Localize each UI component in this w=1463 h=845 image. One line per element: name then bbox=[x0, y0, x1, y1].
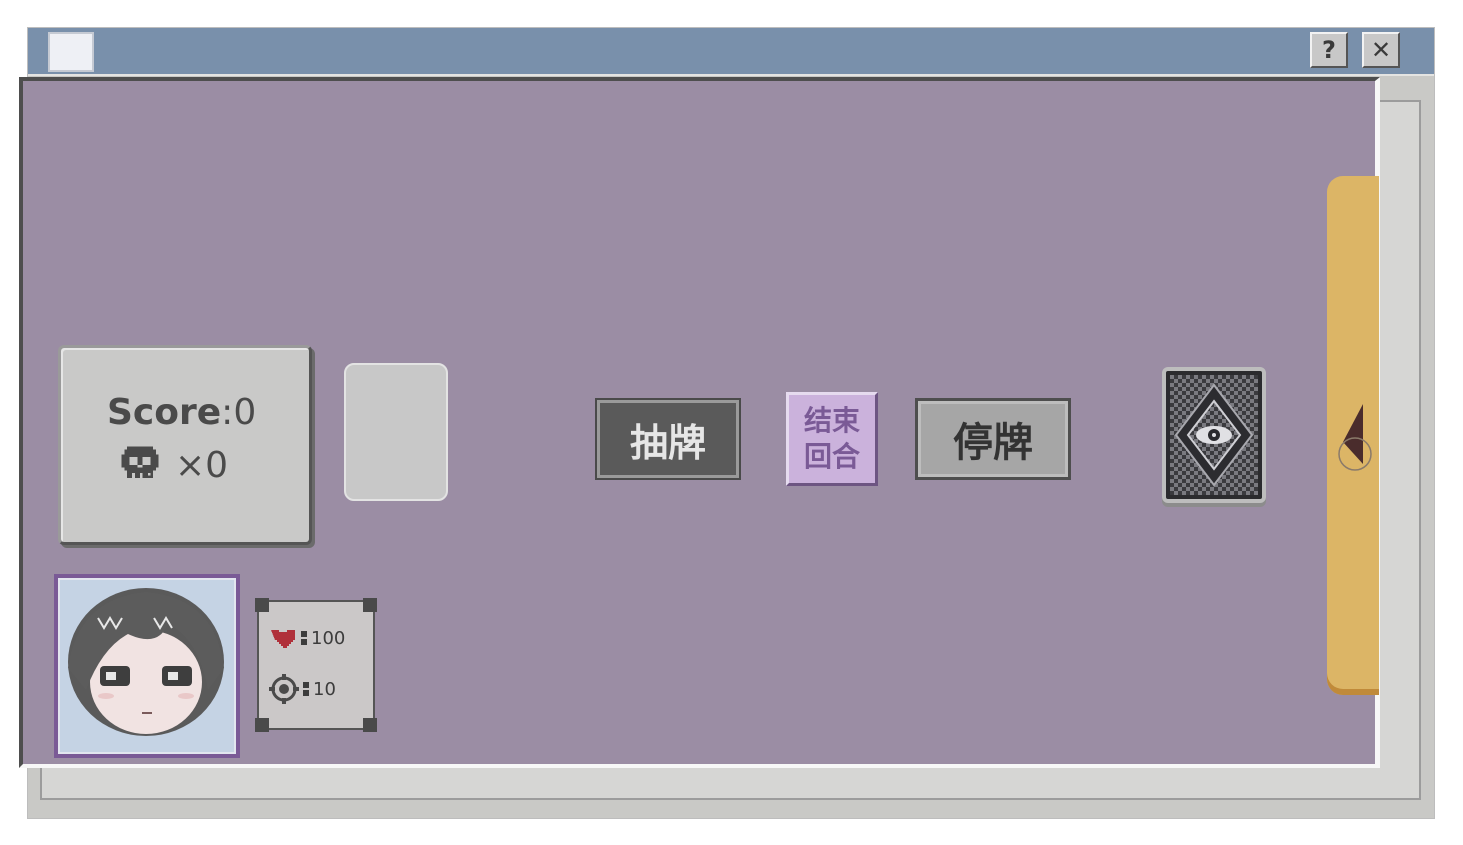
skull-count: ×0 bbox=[119, 444, 228, 486]
deck-pile[interactable] bbox=[1162, 367, 1266, 503]
heart-icon bbox=[271, 630, 295, 648]
player-avatar bbox=[54, 574, 240, 758]
stats-corner bbox=[255, 718, 269, 732]
hp-row: 100 bbox=[269, 626, 345, 650]
end-turn-line1: 结束 bbox=[803, 404, 860, 437]
target-colon bbox=[303, 681, 309, 697]
score-label: Score bbox=[107, 392, 222, 433]
help-button[interactable]: ? bbox=[1310, 32, 1348, 68]
girl-portrait bbox=[68, 588, 224, 736]
crosshair-icon bbox=[269, 674, 299, 704]
score-text: Score:0 bbox=[107, 392, 256, 433]
score-separator: : bbox=[221, 392, 234, 433]
stand-button[interactable]: 停牌 bbox=[915, 398, 1071, 480]
score-value: 0 bbox=[233, 392, 257, 433]
target-row: 10 bbox=[269, 674, 336, 704]
end-turn-line2: 回合 bbox=[803, 440, 860, 473]
window-icon bbox=[48, 32, 94, 72]
title-bar[interactable]: ? ✕ bbox=[28, 28, 1434, 76]
target-value: 10 bbox=[313, 678, 336, 700]
hp-value: 100 bbox=[311, 627, 346, 649]
end-turn-button[interactable]: 结束 回合 bbox=[786, 392, 878, 486]
draw-card-button[interactable]: 抽牌 bbox=[595, 398, 741, 480]
side-drawer-tab[interactable] bbox=[1327, 176, 1379, 695]
hp-colon bbox=[301, 630, 307, 646]
arrow-left-icon bbox=[1338, 404, 1372, 471]
close-button[interactable]: ✕ bbox=[1362, 32, 1400, 68]
card-slot[interactable] bbox=[344, 363, 448, 501]
skull-multiplier: ×0 bbox=[175, 444, 229, 486]
stats-corner bbox=[255, 598, 269, 612]
score-panel: Score:0 ×0 bbox=[58, 345, 312, 545]
eye-card-back bbox=[1170, 375, 1258, 495]
stats-corner bbox=[363, 718, 377, 732]
skull-icon bbox=[121, 446, 159, 479]
player-stats: 100 10 bbox=[255, 598, 377, 732]
stats-corner bbox=[363, 598, 377, 612]
